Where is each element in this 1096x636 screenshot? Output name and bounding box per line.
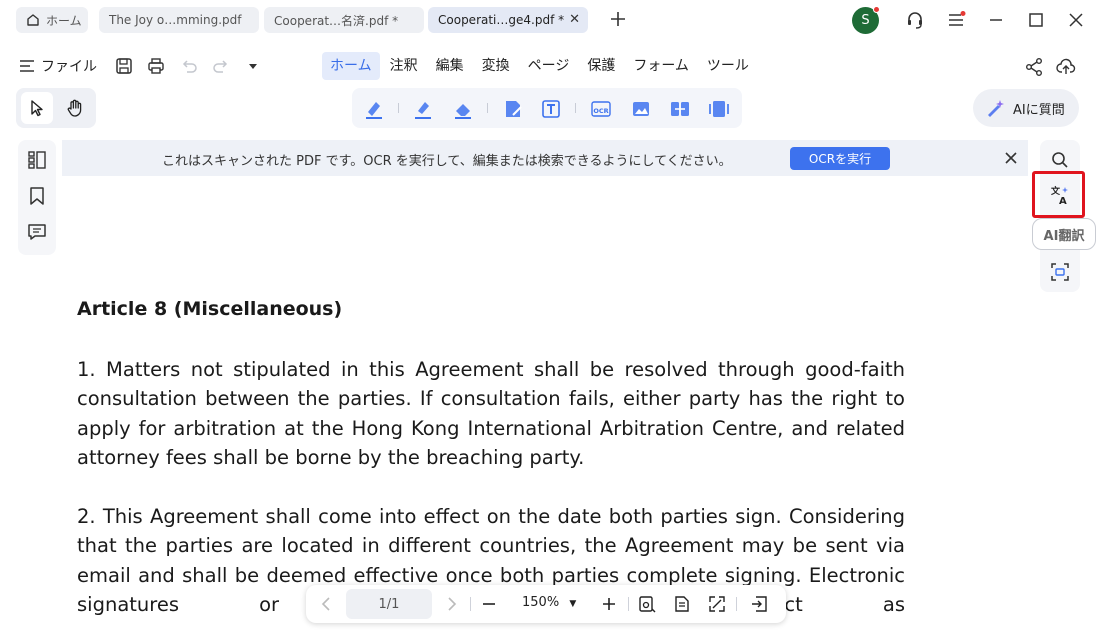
tab-label: The Joy o…mming.pdf <box>109 13 242 27</box>
paragraph-line: attorney fees shall be borne by the brea… <box>77 445 585 469</box>
page-navigation-bar: 1/1 150% ▼ <box>306 585 786 623</box>
toolbar-divider <box>487 103 488 113</box>
edit-text-tool-icon[interactable] <box>502 98 524 120</box>
screen-capture-icon[interactable] <box>1050 262 1070 282</box>
hamburger-menu-icon[interactable] <box>946 10 966 30</box>
menu-bar: ファイル ホーム 注釈 編集 変換 ページ 保護 フォーム ツール <box>0 48 1096 84</box>
svg-text:OCR: OCR <box>593 107 608 115</box>
paragraph-line: consultation between the parties. If con… <box>77 387 905 411</box>
home-tools-ribbon: OCR <box>352 88 742 128</box>
menu-tab-form[interactable]: フォーム <box>625 52 697 80</box>
hamburger-icon <box>20 60 34 72</box>
undo-icon[interactable] <box>180 57 198 75</box>
batch-tool-icon[interactable] <box>708 98 730 120</box>
quick-access-dropdown-icon[interactable] <box>244 57 262 75</box>
ocr-notice-text: これはスキャンされた PDF です。OCR を実行して、編集または検索できるよう… <box>162 154 732 169</box>
paragraph-line: 1. Matters not stipulated in this Agreem… <box>77 358 905 381</box>
share-icon[interactable] <box>1024 57 1044 77</box>
file-menu-button[interactable]: ファイル <box>19 56 97 76</box>
run-ocr-button[interactable]: OCRを実行 <box>790 147 890 170</box>
zoom-in-icon[interactable] <box>600 595 618 613</box>
article-heading: Article 8 (Miscellaneous) <box>77 298 343 320</box>
zoom-level-dropdown[interactable]: 150% ▼ <box>522 595 576 610</box>
underline-tool-icon[interactable] <box>412 98 434 120</box>
ai-translate-tooltip: AI翻訳 <box>1032 218 1096 250</box>
chevron-down-icon: ▼ <box>569 599 577 609</box>
translate-highlight-box <box>1032 171 1085 218</box>
zoom-out-icon[interactable] <box>480 595 498 613</box>
eraser-tool-icon[interactable] <box>452 98 474 120</box>
tab-label: Cooperati…ge4.pdf * <box>438 13 565 27</box>
select-tool-button[interactable] <box>21 92 53 124</box>
pointer-tool-group <box>16 88 96 128</box>
hand-tool-button[interactable] <box>59 92 91 124</box>
fit-page-icon[interactable] <box>708 595 726 613</box>
menu-tab-home[interactable]: ホーム <box>322 52 380 80</box>
zoom-level-value: 150% <box>522 595 560 610</box>
new-tab-button[interactable] <box>608 9 628 29</box>
cursor-arrow-icon <box>31 100 43 117</box>
left-sidebar <box>18 140 56 255</box>
read-mode-icon[interactable] <box>638 595 656 613</box>
thumbnails-icon[interactable] <box>27 150 47 170</box>
support-headset-icon[interactable] <box>905 10 925 30</box>
search-icon[interactable] <box>1050 150 1070 170</box>
tab-home[interactable]: ホーム <box>16 7 88 33</box>
tab-document-2[interactable]: Cooperat…名済.pdf * <box>264 7 424 33</box>
compare-tool-icon[interactable] <box>669 98 691 120</box>
menu-tab-protect[interactable]: 保護 <box>579 52 623 80</box>
next-page-icon[interactable] <box>442 595 460 613</box>
home-icon <box>26 13 40 27</box>
menu-tab-page[interactable]: ページ <box>520 52 578 80</box>
avatar[interactable]: S <box>852 6 880 34</box>
print-icon[interactable] <box>147 57 165 75</box>
menu-tab-edit[interactable]: 編集 <box>428 52 472 80</box>
redo-icon[interactable] <box>212 57 230 75</box>
cloud-upload-icon[interactable] <box>1056 57 1076 77</box>
ai-sparkle-icon <box>988 100 1004 117</box>
text-box-tool-icon[interactable] <box>540 98 562 120</box>
previous-page-icon[interactable] <box>318 595 336 613</box>
image-tool-icon[interactable] <box>630 98 652 120</box>
menu-tab-convert[interactable]: 変換 <box>474 52 518 80</box>
tab-home-label: ホーム <box>46 13 82 28</box>
notification-dot <box>873 6 880 13</box>
page-view-icon[interactable] <box>673 595 691 613</box>
menu-tab-tools[interactable]: ツール <box>699 52 757 80</box>
close-window-icon[interactable] <box>1066 10 1086 30</box>
tab-document-active[interactable]: Cooperati…ge4.pdf * ✕ <box>428 7 588 33</box>
bar-divider <box>470 597 471 611</box>
ask-ai-button[interactable]: AIに質問 <box>973 89 1079 127</box>
paragraph-line: apply for arbitration at the Hong Kong I… <box>77 416 905 440</box>
page-number-input[interactable]: 1/1 <box>346 589 432 619</box>
comment-icon[interactable] <box>27 222 47 242</box>
save-icon[interactable] <box>115 57 133 75</box>
ocr-icon[interactable]: OCR <box>590 98 612 120</box>
paragraph-1: 1. Matters not stipulated in this Agreem… <box>77 355 905 472</box>
tab-label: Cooperat…名済.pdf * <box>274 13 399 28</box>
ask-ai-label: AIに質問 <box>1013 102 1065 118</box>
menu-tab-annotate[interactable]: 注釈 <box>382 52 426 80</box>
hand-icon <box>67 99 82 117</box>
tab-document-1[interactable]: The Joy o…mming.pdf <box>99 7 259 33</box>
minimize-icon[interactable] <box>986 10 1006 30</box>
tab-close-icon[interactable]: ✕ <box>569 12 580 27</box>
go-to-last-page-icon[interactable] <box>750 595 768 613</box>
menu-tabs: ホーム 注釈 編集 変換 ページ 保護 フォーム ツール <box>322 52 759 80</box>
bar-divider <box>628 597 629 611</box>
avatar-initial: S <box>861 13 870 28</box>
bar-divider <box>736 597 737 611</box>
bookmark-icon[interactable] <box>27 186 47 206</box>
title-bar: ホーム The Joy o…mming.pdf Cooperat…名済.pdf … <box>0 0 1096 40</box>
paragraph-line: 2. This Agreement shall come into effect… <box>77 505 905 528</box>
close-icon[interactable] <box>1002 149 1020 167</box>
maximize-icon[interactable] <box>1026 10 1046 30</box>
file-menu-label: ファイル <box>41 59 97 75</box>
paragraph-line: that the parties are located in differen… <box>77 534 905 558</box>
highlight-tool-icon[interactable] <box>363 98 385 120</box>
document-viewer[interactable]: Article 8 (Miscellaneous) 1. Matters not… <box>62 176 1028 622</box>
toolbar-divider <box>575 103 576 113</box>
ocr-notice-banner: これはスキャンされた PDF です。OCR を実行して、編集または検索できるよう… <box>62 140 1028 176</box>
toolbar-divider <box>398 103 399 113</box>
